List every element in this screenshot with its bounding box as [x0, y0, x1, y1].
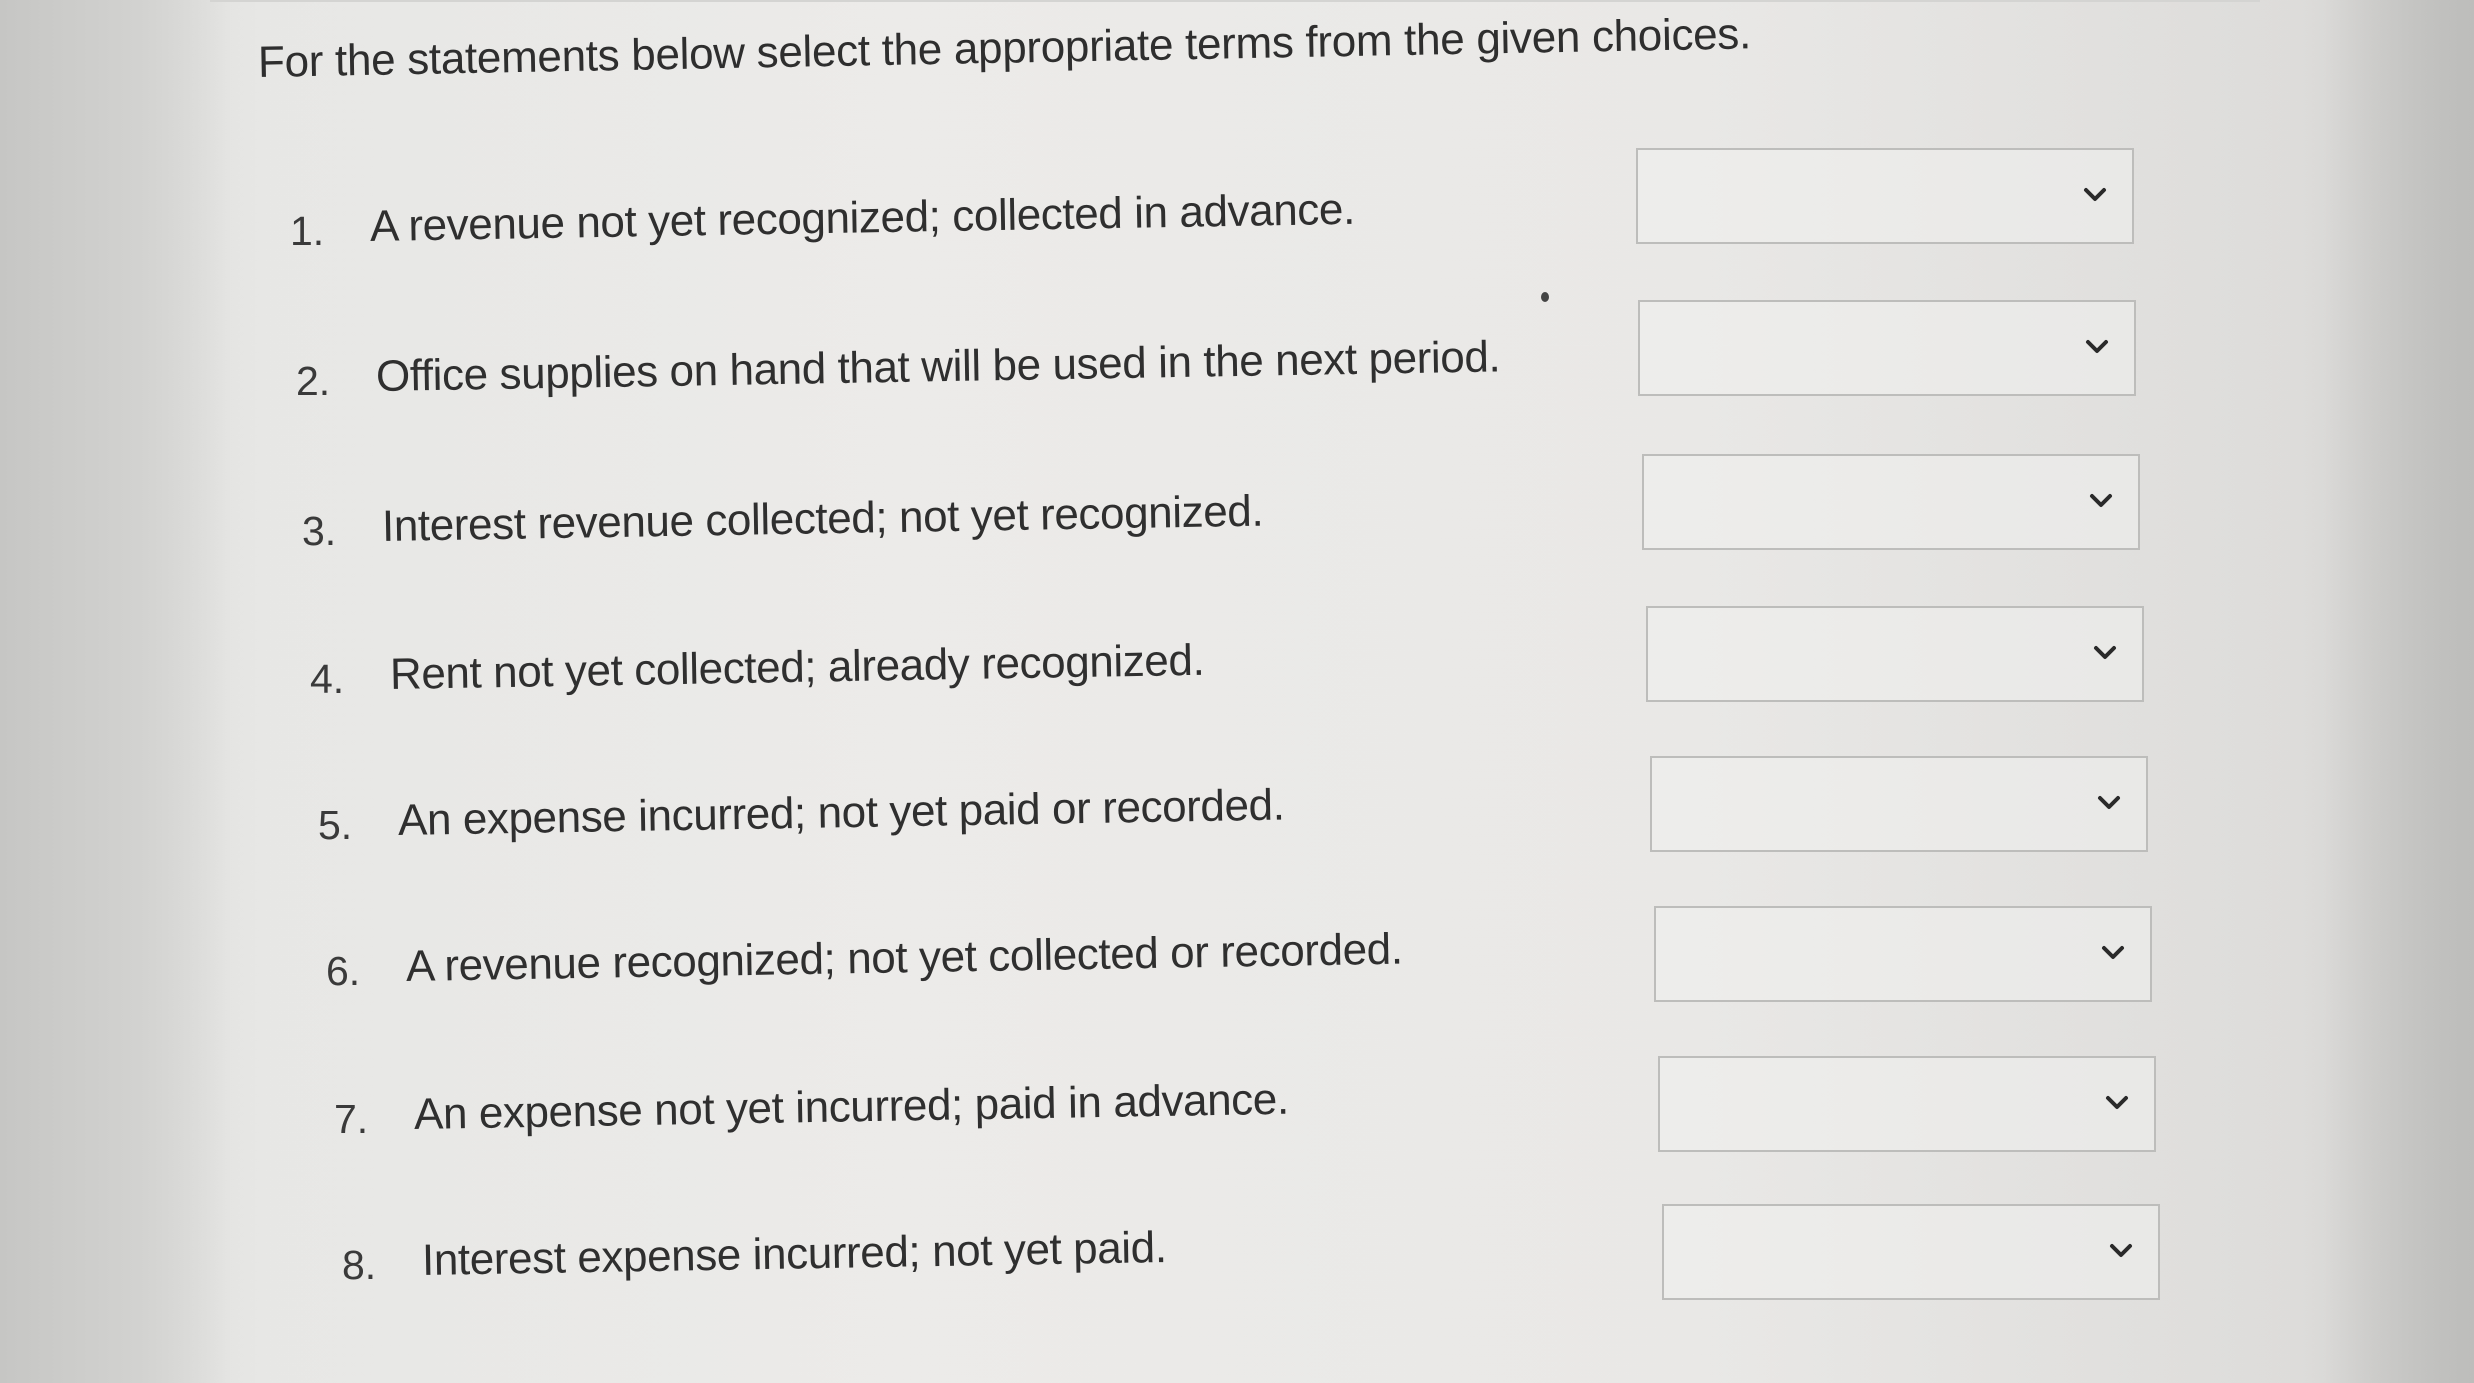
question-text: A revenue recognized; not yet collected …: [405, 924, 1403, 991]
chevron-down-icon: [2110, 1244, 2132, 1257]
question-row-3: 3. Interest revenue collected; not yet r…: [302, 480, 2474, 590]
chevron-down-icon: [2084, 188, 2106, 201]
chevron-down-icon: [2090, 494, 2112, 507]
mouse-cursor-dot: [1541, 292, 1549, 302]
question-text: Office supplies on hand that will be use…: [375, 332, 1501, 401]
answer-dropdown-3[interactable]: [1642, 454, 2140, 550]
question-list: 1. A revenue not yet recognized; collect…: [0, 0, 2474, 1383]
answer-dropdown-2[interactable]: [1638, 300, 2136, 396]
question-text: A revenue not yet recognized; collected …: [369, 184, 1356, 251]
chevron-down-icon: [2102, 946, 2124, 959]
question-number: 1.: [290, 208, 325, 254]
question-text: Interest expense incurred; not yet paid.: [421, 1223, 1167, 1285]
question-number: 5.: [318, 802, 353, 848]
question-text: Interest revenue collected; not yet reco…: [381, 486, 1264, 551]
answer-dropdown-5[interactable]: [1650, 756, 2148, 852]
chevron-down-icon: [2106, 1096, 2128, 1109]
question-number: 6.: [326, 948, 361, 994]
question-row-2: 2. Office supplies on hand that will be …: [296, 330, 2474, 440]
question-number: 8.: [342, 1242, 377, 1288]
question-number: 7.: [334, 1096, 369, 1142]
question-number: 4.: [310, 656, 345, 702]
question-text: Rent not yet collected; already recogniz…: [389, 635, 1205, 699]
chevron-down-icon: [2098, 796, 2120, 809]
question-text: An expense not yet incurred; paid in adv…: [413, 1074, 1290, 1139]
question-row-5: 5. An expense incurred; not yet paid or …: [318, 774, 2474, 884]
answer-dropdown-7[interactable]: [1658, 1056, 2156, 1152]
answer-dropdown-1[interactable]: [1636, 148, 2134, 244]
question-number: 2.: [296, 358, 331, 404]
answer-dropdown-4[interactable]: [1646, 606, 2144, 702]
question-row-4: 4. Rent not yet collected; already recog…: [310, 628, 2474, 738]
question-row-1: 1. A revenue not yet recognized; collect…: [290, 180, 2474, 290]
chevron-down-icon: [2086, 340, 2108, 353]
question-number: 3.: [302, 508, 337, 554]
answer-dropdown-6[interactable]: [1654, 906, 2152, 1002]
chevron-down-icon: [2094, 646, 2116, 659]
answer-dropdown-8[interactable]: [1662, 1204, 2160, 1300]
question-text: An expense incurred; not yet paid or rec…: [397, 780, 1285, 845]
